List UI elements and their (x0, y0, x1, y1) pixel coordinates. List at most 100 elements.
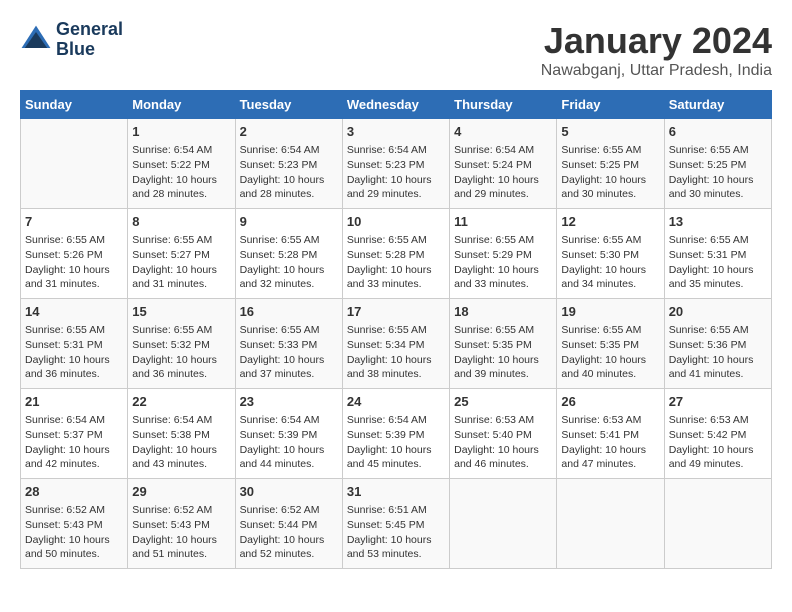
calendar-cell: 4 Sunrise: 6:54 AMSunset: 5:24 PMDaylight… (450, 119, 557, 209)
day-info: Sunrise: 6:53 AMSunset: 5:40 PMDaylight:… (454, 413, 552, 472)
day-number: 9 (240, 213, 338, 231)
calendar-cell: 14 Sunrise: 6:55 AMSunset: 5:31 PMDayligh… (21, 299, 128, 389)
calendar-cell (557, 479, 664, 569)
day-number: 8 (132, 213, 230, 231)
day-number: 23 (240, 393, 338, 411)
day-info: Sunrise: 6:55 AMSunset: 5:25 PMDaylight:… (561, 143, 659, 202)
logo-icon (20, 24, 52, 56)
calendar-cell: 31Sunrise: 6:51 AMSunset: 5:45 PMDayligh… (342, 479, 449, 569)
logo-text: General Blue (56, 20, 123, 60)
calendar-table: SundayMondayTuesdayWednesdayThursdayFrid… (20, 90, 772, 569)
calendar-cell: 9 Sunrise: 6:55 AMSunset: 5:28 PMDaylight… (235, 209, 342, 299)
calendar-cell: 3 Sunrise: 6:54 AMSunset: 5:23 PMDaylight… (342, 119, 449, 209)
calendar-cell: 7 Sunrise: 6:55 AMSunset: 5:26 PMDaylight… (21, 209, 128, 299)
calendar-cell: 22Sunrise: 6:54 AMSunset: 5:38 PMDayligh… (128, 389, 235, 479)
day-number: 5 (561, 123, 659, 141)
day-info: Sunrise: 6:55 AMSunset: 5:31 PMDaylight:… (25, 323, 123, 382)
day-number: 22 (132, 393, 230, 411)
day-number: 21 (25, 393, 123, 411)
calendar-cell: 17 Sunrise: 6:55 AMSunset: 5:34 PMDayligh… (342, 299, 449, 389)
calendar-cell: 29Sunrise: 6:52 AMSunset: 5:43 PMDayligh… (128, 479, 235, 569)
calendar-cell: 26 Sunrise: 6:53 AMSunset: 5:41 PMDayligh… (557, 389, 664, 479)
day-info: Sunrise: 6:55 AMSunset: 5:35 PMDaylight:… (561, 323, 659, 382)
day-number: 25 (454, 393, 552, 411)
calendar-week-row: 14 Sunrise: 6:55 AMSunset: 5:31 PMDayligh… (21, 299, 772, 389)
calendar-cell: 30 Sunrise: 6:52 AMSunset: 5:44 PMDayligh… (235, 479, 342, 569)
day-number: 7 (25, 213, 123, 231)
day-info: Sunrise: 6:54 AMSunset: 5:22 PMDaylight:… (132, 143, 230, 202)
day-number: 1 (132, 123, 230, 141)
calendar-cell: 8 Sunrise: 6:55 AMSunset: 5:27 PMDaylight… (128, 209, 235, 299)
day-number: 28 (25, 483, 123, 501)
calendar-cell: 16 Sunrise: 6:55 AMSunset: 5:33 PMDayligh… (235, 299, 342, 389)
day-info: Sunrise: 6:55 AMSunset: 5:30 PMDaylight:… (561, 233, 659, 292)
day-number: 30 (240, 483, 338, 501)
header-cell-monday: Monday (128, 91, 235, 119)
day-info: Sunrise: 6:54 AMSunset: 5:23 PMDaylight:… (240, 143, 338, 202)
day-info: Sunrise: 6:53 AMSunset: 5:42 PMDaylight:… (669, 413, 767, 472)
day-info: Sunrise: 6:54 AMSunset: 5:37 PMDaylight:… (25, 413, 123, 472)
calendar-cell (664, 479, 771, 569)
day-number: 10 (347, 213, 445, 231)
calendar-cell: 27Sunrise: 6:53 AMSunset: 5:42 PMDayligh… (664, 389, 771, 479)
calendar-cell: 1 Sunrise: 6:54 AMSunset: 5:22 PMDaylight… (128, 119, 235, 209)
day-info: Sunrise: 6:52 AMSunset: 5:43 PMDaylight:… (25, 503, 123, 562)
day-number: 16 (240, 303, 338, 321)
calendar-cell: 18Sunrise: 6:55 AMSunset: 5:35 PMDayligh… (450, 299, 557, 389)
calendar-cell: 24 Sunrise: 6:54 AMSunset: 5:39 PMDayligh… (342, 389, 449, 479)
month-title: January 2024 (541, 20, 772, 62)
day-number: 13 (669, 213, 767, 231)
day-info: Sunrise: 6:54 AMSunset: 5:39 PMDaylight:… (347, 413, 445, 472)
calendar-cell: 10 Sunrise: 6:55 AMSunset: 5:28 PMDayligh… (342, 209, 449, 299)
day-number: 31 (347, 483, 445, 501)
calendar-week-row: 28 Sunrise: 6:52 AMSunset: 5:43 PMDayligh… (21, 479, 772, 569)
day-info: Sunrise: 6:55 AMSunset: 5:26 PMDaylight:… (25, 233, 123, 292)
calendar-week-row: 21 Sunrise: 6:54 AMSunset: 5:37 PMDayligh… (21, 389, 772, 479)
day-number: 18 (454, 303, 552, 321)
day-number: 12 (561, 213, 659, 231)
calendar-cell: 2Sunrise: 6:54 AMSunset: 5:23 PMDaylight… (235, 119, 342, 209)
day-number: 26 (561, 393, 659, 411)
header-cell-friday: Friday (557, 91, 664, 119)
day-number: 11 (454, 213, 552, 231)
calendar-cell: 11Sunrise: 6:55 AMSunset: 5:29 PMDayligh… (450, 209, 557, 299)
header-cell-tuesday: Tuesday (235, 91, 342, 119)
calendar-cell: 20 Sunrise: 6:55 AMSunset: 5:36 PMDayligh… (664, 299, 771, 389)
day-info: Sunrise: 6:55 AMSunset: 5:31 PMDaylight:… (669, 233, 767, 292)
calendar-cell: 5 Sunrise: 6:55 AMSunset: 5:25 PMDaylight… (557, 119, 664, 209)
day-info: Sunrise: 6:55 AMSunset: 5:32 PMDaylight:… (132, 323, 230, 382)
day-info: Sunrise: 6:55 AMSunset: 5:28 PMDaylight:… (240, 233, 338, 292)
calendar-week-row: 1 Sunrise: 6:54 AMSunset: 5:22 PMDaylight… (21, 119, 772, 209)
calendar-cell: 13 Sunrise: 6:55 AMSunset: 5:31 PMDayligh… (664, 209, 771, 299)
day-number: 17 (347, 303, 445, 321)
calendar-cell: 6Sunrise: 6:55 AMSunset: 5:25 PMDaylight… (664, 119, 771, 209)
calendar-cell: 21 Sunrise: 6:54 AMSunset: 5:37 PMDayligh… (21, 389, 128, 479)
calendar-cell: 25 Sunrise: 6:53 AMSunset: 5:40 PMDayligh… (450, 389, 557, 479)
header-cell-saturday: Saturday (664, 91, 771, 119)
day-number: 24 (347, 393, 445, 411)
day-info: Sunrise: 6:54 AMSunset: 5:24 PMDaylight:… (454, 143, 552, 202)
day-number: 19 (561, 303, 659, 321)
day-info: Sunrise: 6:55 AMSunset: 5:28 PMDaylight:… (347, 233, 445, 292)
day-number: 20 (669, 303, 767, 321)
day-number: 15 (132, 303, 230, 321)
header-cell-thursday: Thursday (450, 91, 557, 119)
day-info: Sunrise: 6:55 AMSunset: 5:27 PMDaylight:… (132, 233, 230, 292)
day-info: Sunrise: 6:55 AMSunset: 5:33 PMDaylight:… (240, 323, 338, 382)
day-info: Sunrise: 6:55 AMSunset: 5:34 PMDaylight:… (347, 323, 445, 382)
calendar-cell: 28 Sunrise: 6:52 AMSunset: 5:43 PMDayligh… (21, 479, 128, 569)
day-info: Sunrise: 6:55 AMSunset: 5:36 PMDaylight:… (669, 323, 767, 382)
day-number: 29 (132, 483, 230, 501)
calendar-header-row: SundayMondayTuesdayWednesdayThursdayFrid… (21, 91, 772, 119)
day-number: 4 (454, 123, 552, 141)
day-info: Sunrise: 6:53 AMSunset: 5:41 PMDaylight:… (561, 413, 659, 472)
day-number: 14 (25, 303, 123, 321)
day-info: Sunrise: 6:52 AMSunset: 5:44 PMDaylight:… (240, 503, 338, 562)
calendar-cell: 15 Sunrise: 6:55 AMSunset: 5:32 PMDayligh… (128, 299, 235, 389)
day-info: Sunrise: 6:54 AMSunset: 5:23 PMDaylight:… (347, 143, 445, 202)
page-header: General Blue January 2024 Nawabganj, Utt… (20, 20, 772, 80)
day-number: 3 (347, 123, 445, 141)
calendar-cell: 19 Sunrise: 6:55 AMSunset: 5:35 PMDayligh… (557, 299, 664, 389)
calendar-cell (450, 479, 557, 569)
day-number: 6 (669, 123, 767, 141)
